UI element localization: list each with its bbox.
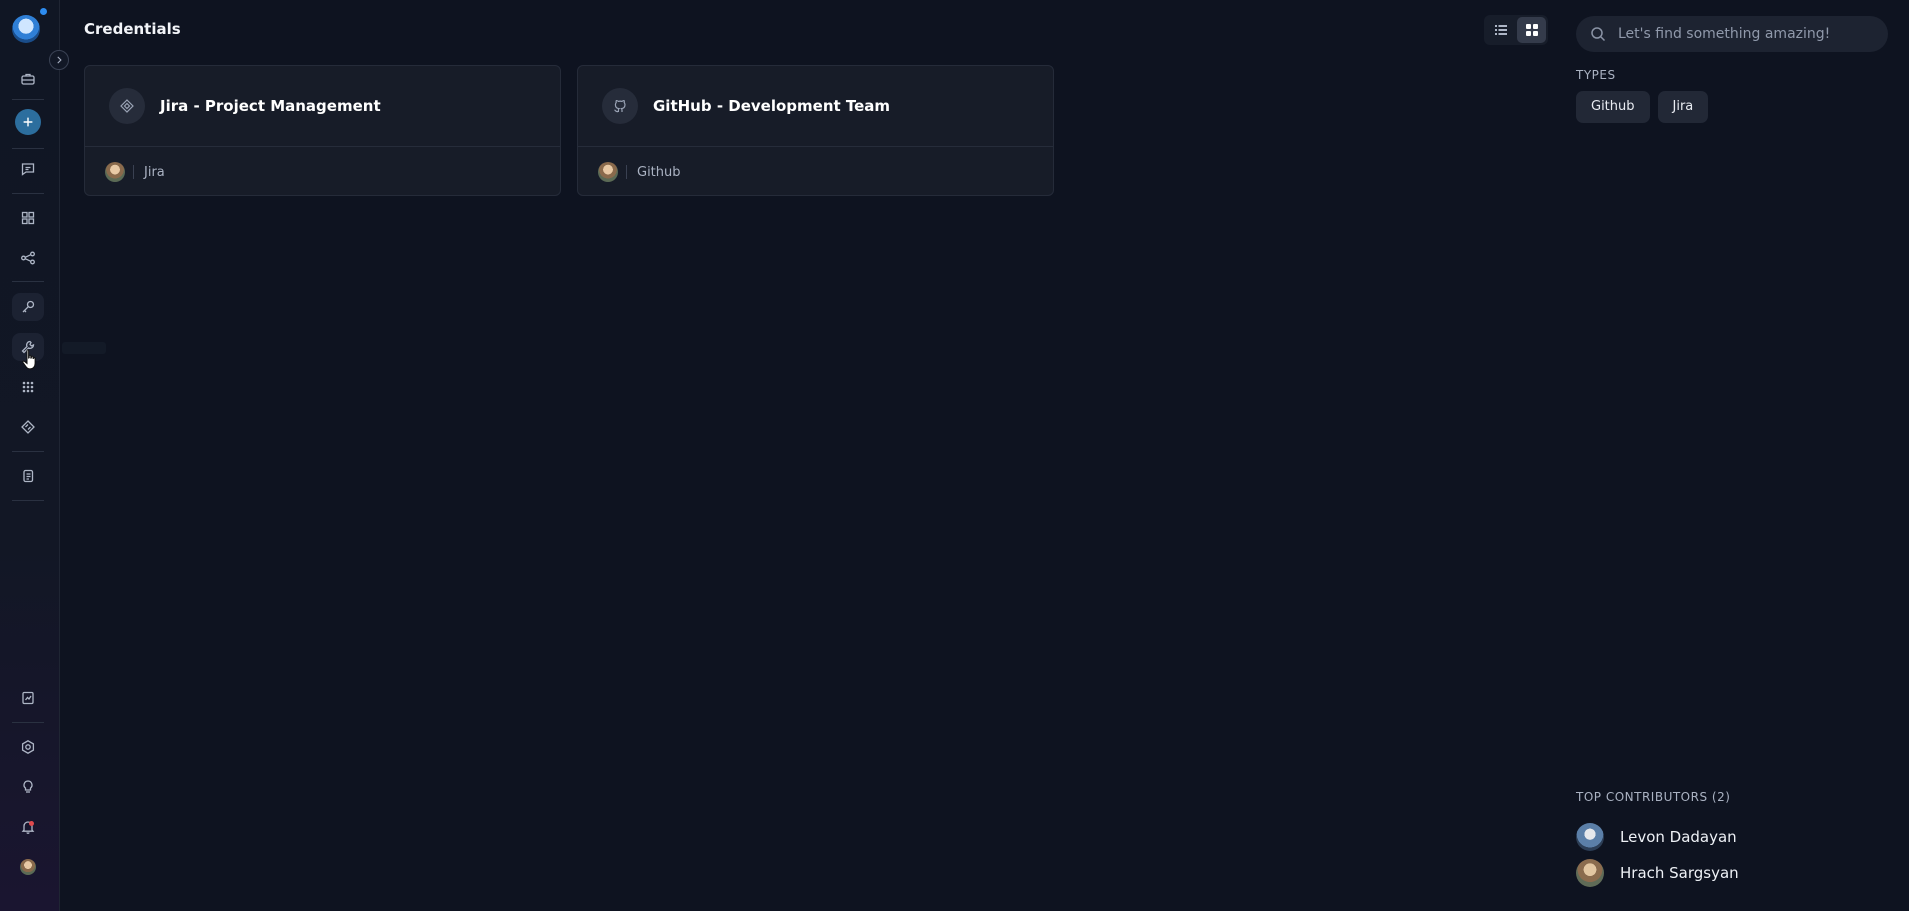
avatar bbox=[1576, 859, 1604, 887]
search-icon bbox=[1591, 27, 1606, 42]
owner-avatar bbox=[598, 162, 618, 182]
github-icon bbox=[602, 88, 638, 124]
key-icon[interactable] bbox=[12, 293, 44, 321]
credential-card[interactable]: GitHub - Development Team Github bbox=[577, 65, 1054, 196]
sidebar-divider bbox=[12, 451, 44, 452]
type-chip-github[interactable]: Github bbox=[1576, 91, 1650, 123]
avatar bbox=[20, 859, 36, 875]
collapse-sidebar-button[interactable] bbox=[49, 50, 69, 70]
list-icon bbox=[1494, 25, 1507, 35]
view-toggle bbox=[1484, 15, 1548, 45]
card-title: Jira - Project Management bbox=[160, 97, 381, 115]
user-avatar[interactable] bbox=[12, 853, 44, 881]
contributor-name: Levon Dadayan bbox=[1620, 828, 1737, 846]
app-logo[interactable] bbox=[12, 15, 40, 43]
card-footer: Github bbox=[578, 147, 1053, 197]
chat-icon[interactable] bbox=[12, 155, 44, 183]
sidebar-divider bbox=[12, 722, 44, 723]
credential-type: Github bbox=[637, 164, 681, 180]
notification-dot bbox=[29, 821, 34, 826]
sidebar-divider bbox=[12, 500, 44, 501]
search-input[interactable] bbox=[1616, 25, 1880, 43]
contributor-item[interactable]: Hrach Sargsyan bbox=[1576, 859, 1739, 887]
contributors-label: TOP CONTRIBUTORS (2) bbox=[1576, 790, 1731, 804]
grid-icon[interactable] bbox=[12, 204, 44, 232]
card-title: GitHub - Development Team bbox=[653, 97, 891, 115]
sidebar bbox=[0, 0, 106, 911]
apps-icon[interactable] bbox=[12, 373, 44, 401]
type-filters: Github Jira bbox=[1576, 91, 1709, 123]
sidebar-divider bbox=[12, 281, 44, 282]
owner-avatar bbox=[105, 162, 125, 182]
list-view-button[interactable] bbox=[1486, 17, 1515, 43]
bell-icon[interactable] bbox=[12, 813, 44, 841]
card-footer: Jira bbox=[85, 147, 560, 197]
sidebar-divider bbox=[12, 193, 44, 194]
page-title: Credentials bbox=[84, 20, 181, 38]
hand-cursor-icon bbox=[22, 349, 36, 370]
divider bbox=[626, 165, 627, 179]
card-header: Jira - Project Management bbox=[85, 66, 560, 147]
status-dot bbox=[40, 8, 47, 15]
contributor-name: Hrach Sargsyan bbox=[1620, 864, 1739, 882]
grid-view-button[interactable] bbox=[1517, 17, 1546, 43]
card-header: GitHub - Development Team bbox=[578, 66, 1053, 147]
sidebar-divider bbox=[12, 148, 44, 149]
add-button[interactable] bbox=[15, 109, 41, 135]
app-root: Credentials Jira - Project Management Ji… bbox=[0, 0, 1909, 911]
workflow-icon[interactable] bbox=[12, 244, 44, 272]
sidebar-divider bbox=[12, 99, 44, 100]
report-icon[interactable] bbox=[12, 684, 44, 712]
jira-icon bbox=[109, 88, 145, 124]
tag-icon[interactable] bbox=[12, 413, 44, 441]
search-bar bbox=[1576, 16, 1888, 52]
credential-card[interactable]: Jira - Project Management Jira bbox=[84, 65, 561, 196]
divider bbox=[133, 165, 134, 179]
lightbulb-icon[interactable] bbox=[12, 773, 44, 801]
chevron-right-icon bbox=[57, 56, 62, 64]
types-label: TYPES bbox=[1576, 68, 1616, 82]
settings-icon[interactable] bbox=[12, 733, 44, 761]
plus-icon bbox=[23, 117, 33, 127]
hover-tooltip bbox=[62, 342, 106, 354]
avatar bbox=[1576, 823, 1604, 851]
credential-type: Jira bbox=[144, 164, 165, 180]
grid-icon bbox=[1525, 24, 1538, 36]
type-chip-jira[interactable]: Jira bbox=[1657, 91, 1709, 123]
contributor-item[interactable]: Levon Dadayan bbox=[1576, 823, 1737, 851]
docs-icon[interactable] bbox=[12, 462, 44, 490]
briefcase-icon[interactable] bbox=[12, 65, 44, 93]
